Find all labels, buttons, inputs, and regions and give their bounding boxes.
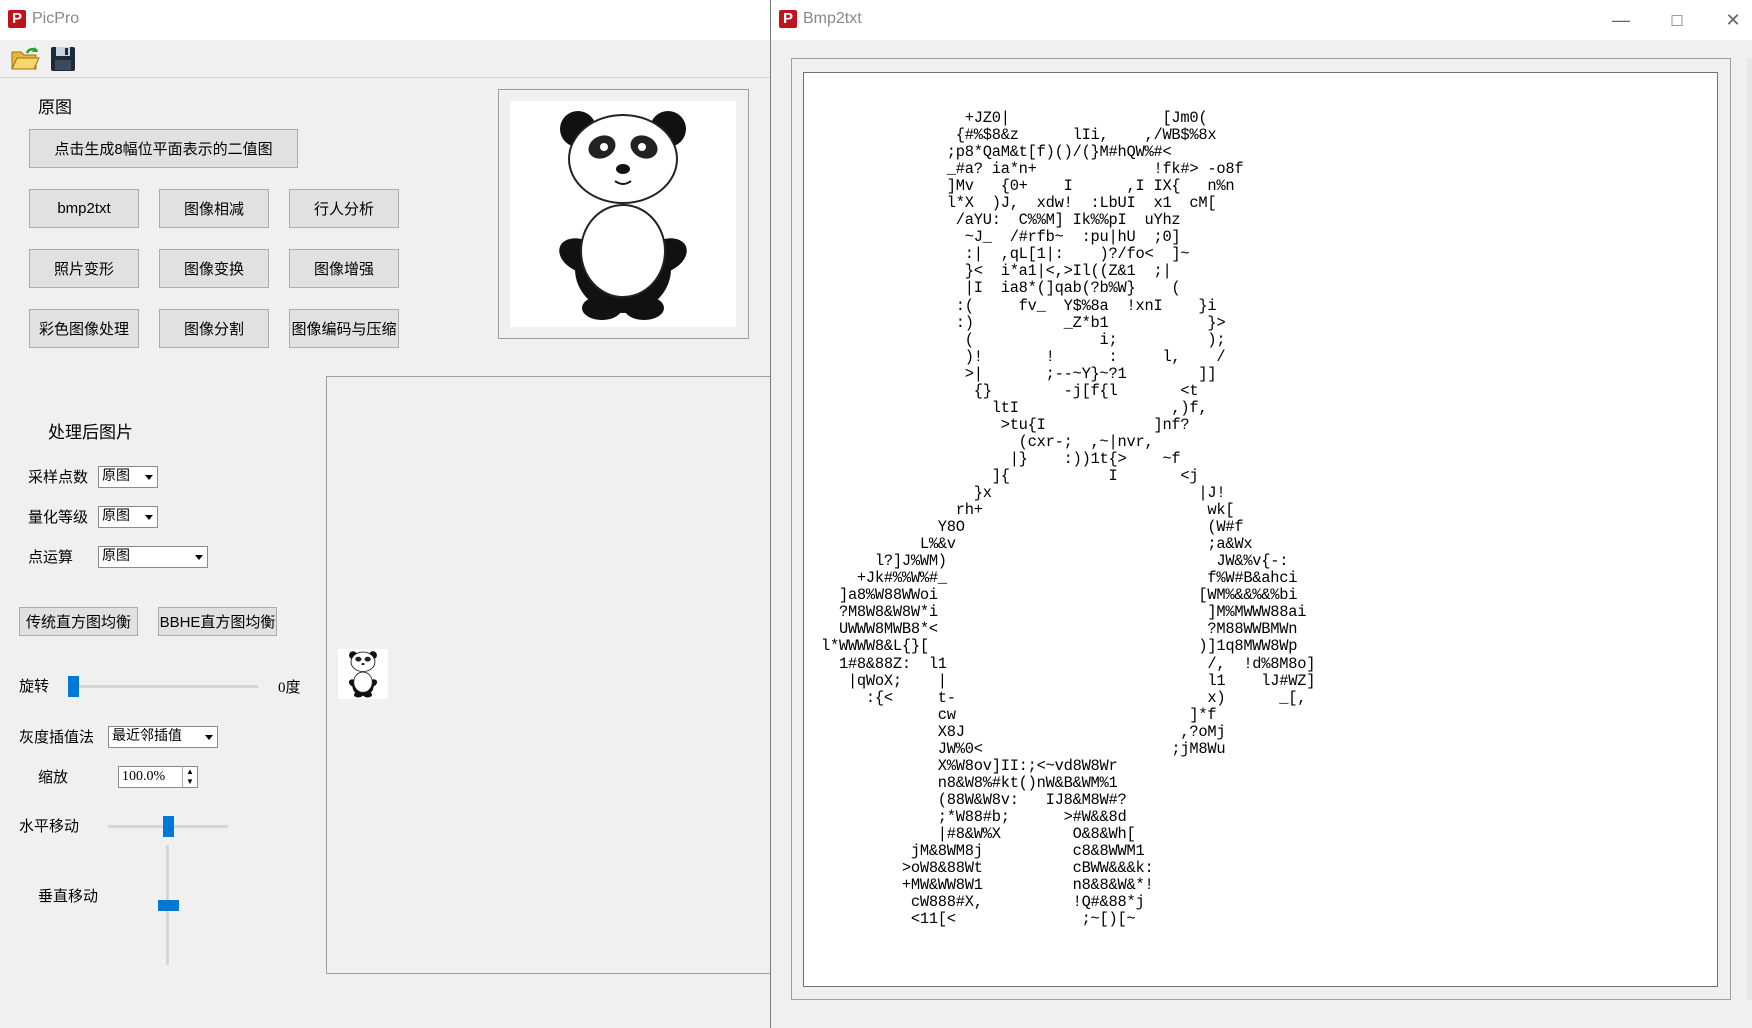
hist-eq-button[interactable]: 传统直方图均衡 xyxy=(19,607,138,636)
app-logo-icon xyxy=(8,10,26,28)
zoom-spinbox[interactable]: 100.0% ▲ ▼ xyxy=(118,766,198,788)
bitplane-button[interactable]: 点击生成8幅位平面表示的二值图 xyxy=(29,129,298,168)
rotate-slider[interactable] xyxy=(70,685,258,688)
processed-panda-thumbnail xyxy=(338,649,388,699)
photo-warp-button[interactable]: 照片变形 xyxy=(29,249,139,288)
hmove-slider-thumb[interactable] xyxy=(162,816,174,837)
close-icon[interactable]: ✕ xyxy=(1713,6,1752,34)
app-logo-icon xyxy=(779,10,797,28)
color-processing-button[interactable]: 彩色图像处理 xyxy=(29,309,139,348)
folder-open-icon[interactable] xyxy=(10,44,40,74)
quantization-select[interactable]: 原图 xyxy=(98,506,158,528)
pedestrian-analysis-button[interactable]: 行人分析 xyxy=(289,189,399,228)
toolbar xyxy=(0,40,770,78)
image-transform-button[interactable]: 图像变换 xyxy=(159,249,269,288)
point-op-label: 点运算 xyxy=(28,549,74,566)
bmp2txt-titlebar[interactable]: Bmp2txt — □ ✕ xyxy=(771,0,1752,40)
chevron-down-icon xyxy=(145,515,153,520)
point-op-value: 原图 xyxy=(102,549,130,564)
quantization-label: 量化等级 xyxy=(28,509,89,526)
bmp2txt-button[interactable]: bmp2txt xyxy=(29,189,139,228)
minimize-icon[interactable]: — xyxy=(1601,6,1641,34)
vmove-label: 垂直移动 xyxy=(38,888,99,905)
ascii-text-box[interactable]: +JZ0| [Jm0( {#%$8&z lIi, ,/WB$%8x ;p8*Qa… xyxy=(803,72,1718,987)
save-disk-icon[interactable] xyxy=(48,44,78,74)
ascii-art-frame: +JZ0| [Jm0( {#%$8&z lIi, ,/WB$%8x ;p8*Qa… xyxy=(791,58,1731,1000)
bmp2txt-window: Bmp2txt — □ ✕ +JZ0| [Jm0( {#%$8&z lIi, ,… xyxy=(770,0,1752,1028)
window-title: PicPro xyxy=(32,10,80,27)
vmove-slider-thumb[interactable] xyxy=(158,899,179,911)
spin-arrows-icon[interactable]: ▲ ▼ xyxy=(182,767,197,787)
chevron-down-icon xyxy=(195,555,203,560)
original-image-panel xyxy=(498,89,749,339)
rotate-label: 旋转 xyxy=(19,678,50,695)
scrollbar[interactable] xyxy=(1747,58,1752,1000)
image-enhance-button[interactable]: 图像增强 xyxy=(289,249,399,288)
picpro-window: PicPro 原图 点击生成8幅位平面表示的二值图 bmp2txt 图像相减 行… xyxy=(0,0,788,1028)
interp-select[interactable]: 最近邻插值 xyxy=(108,726,218,748)
zoom-value: 100.0% xyxy=(122,769,166,784)
quantization-value: 原图 xyxy=(102,509,130,524)
chevron-down-icon xyxy=(205,735,213,740)
processed-image-panel xyxy=(326,376,788,974)
image-compression-button[interactable]: 图像编码与压缩 xyxy=(289,309,399,348)
maximize-icon[interactable]: □ xyxy=(1657,6,1697,34)
sampling-label: 采样点数 xyxy=(28,469,89,486)
rotate-value: 0度 xyxy=(278,680,301,696)
processed-image-label: 处理后图片 xyxy=(48,423,133,442)
panda-image xyxy=(510,101,736,327)
image-subtract-button[interactable]: 图像相减 xyxy=(159,189,269,228)
ascii-art-text: +JZ0| [Jm0( {#%$8&z lIi, ,/WB$%8x ;p8*Qa… xyxy=(820,109,1316,929)
rotate-slider-thumb[interactable] xyxy=(68,676,79,697)
chevron-down-icon xyxy=(145,475,153,480)
sampling-select[interactable]: 原图 xyxy=(98,466,158,488)
sampling-value: 原图 xyxy=(102,469,130,484)
bbhe-button[interactable]: BBHE直方图均衡 xyxy=(158,607,277,636)
window-title: Bmp2txt xyxy=(803,10,862,27)
interp-label: 灰度插值法 xyxy=(19,729,95,746)
image-segmentation-button[interactable]: 图像分割 xyxy=(159,309,269,348)
hmove-label: 水平移动 xyxy=(19,818,80,835)
point-op-select[interactable]: 原图 xyxy=(98,546,208,568)
picpro-titlebar[interactable]: PicPro xyxy=(0,0,770,40)
zoom-label: 缩放 xyxy=(38,769,69,786)
original-image-label: 原图 xyxy=(38,98,72,117)
interp-value: 最近邻插值 xyxy=(112,729,182,744)
